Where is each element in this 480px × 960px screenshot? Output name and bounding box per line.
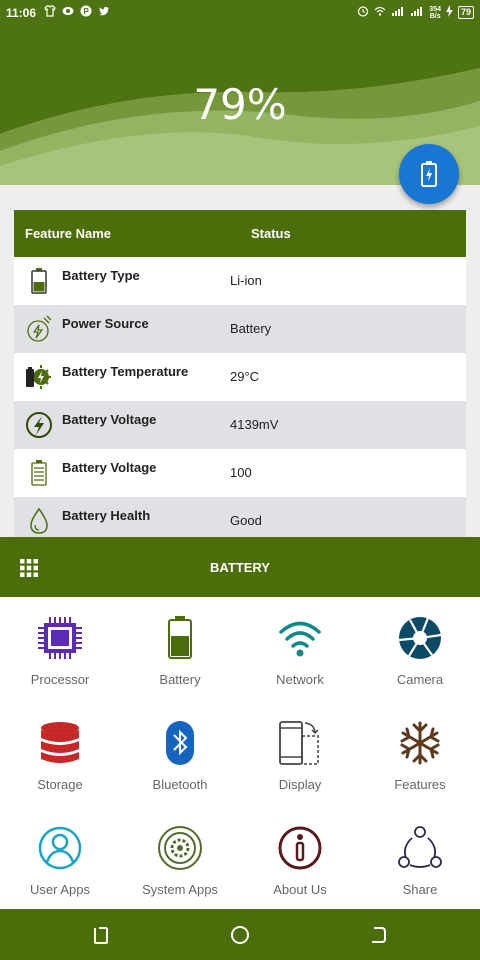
- home-icon[interactable]: [229, 924, 251, 946]
- table-header: Feature Name Status: [14, 210, 466, 257]
- row-value: 100: [230, 465, 252, 480]
- camera-aperture-icon: [398, 617, 442, 659]
- table-row: Power Source Battery: [14, 305, 466, 353]
- battery-type-icon: [31, 268, 47, 294]
- column-feature-name: Feature Name: [25, 226, 111, 241]
- wifi-network-icon: [279, 621, 321, 657]
- tshirt-icon: [44, 5, 56, 17]
- menu-item-label: Bluetooth: [152, 777, 208, 792]
- battery-icon: [168, 616, 192, 659]
- menu-item-label: Camera: [396, 672, 444, 687]
- menu-item-system-apps[interactable]: System Apps: [120, 807, 240, 912]
- signal-icon: [391, 5, 405, 20]
- menu-item-label: User Apps: [30, 882, 90, 897]
- system-apps-icon: [158, 826, 202, 870]
- column-status: Status: [251, 226, 291, 241]
- charging-icon: [445, 5, 453, 20]
- row-name: Battery Temperature: [62, 364, 189, 379]
- table-row: Battery Type Li-ion: [14, 257, 466, 305]
- battery-voltage-icon: [26, 412, 52, 438]
- eye-icon: [62, 5, 74, 17]
- info-icon: [278, 826, 322, 870]
- battery-level: 79: [457, 6, 474, 19]
- menu-item-display[interactable]: Display: [240, 702, 360, 807]
- signal-icon-2: [410, 5, 424, 20]
- bottom-sheet-header[interactable]: BATTERY: [0, 537, 480, 597]
- network-speed: 354 B/s: [429, 5, 441, 20]
- menu-item-label: Features: [394, 777, 446, 792]
- table-row: Battery Health Good: [14, 497, 466, 537]
- svg-text:P: P: [84, 7, 90, 16]
- battery-charging-icon: [421, 161, 437, 187]
- menu-item-label: About Us: [273, 882, 327, 897]
- menu-item-label: Battery: [159, 672, 201, 687]
- menu-item-label: Processor: [30, 672, 90, 687]
- row-value: Good: [230, 513, 262, 528]
- menu-item-label: Share: [402, 882, 438, 897]
- battery-fab-button[interactable]: [399, 144, 459, 204]
- p-icon: P: [80, 5, 92, 17]
- table-row: Battery Temperature 29°C: [14, 353, 466, 401]
- row-name: Battery Voltage: [62, 412, 157, 427]
- table-row: Battery Voltage 4139mV: [14, 401, 466, 449]
- sheet-title: BATTERY: [210, 560, 270, 575]
- alarm-icon: [357, 5, 369, 20]
- row-value: Battery: [230, 321, 272, 336]
- system-nav-bar: [0, 909, 480, 960]
- status-bar: 11:06 P 354 B/s 79: [0, 0, 480, 26]
- system-status-icons: 354 B/s 79: [357, 5, 474, 20]
- bluetooth-icon: [166, 721, 194, 765]
- menu-item-bluetooth[interactable]: Bluetooth: [120, 702, 240, 807]
- user-apps-icon: [38, 826, 82, 870]
- status-time: 11:06: [6, 6, 37, 20]
- menu-item-camera[interactable]: Camera: [360, 597, 480, 702]
- storage-database-icon: [41, 722, 79, 763]
- snowflake-icon: [400, 721, 440, 765]
- menu-item-about-us[interactable]: About Us: [240, 807, 360, 912]
- battery-level-icon: [31, 460, 47, 486]
- power-source-icon: [27, 315, 52, 342]
- row-value: 29°C: [230, 369, 260, 384]
- battery-info-table: Feature Name Status Battery Type Li-ion …: [14, 210, 466, 537]
- table-row: Battery Voltage 100: [14, 449, 466, 497]
- menu-item-label: Network: [276, 672, 324, 687]
- menu-item-user-apps[interactable]: User Apps: [0, 807, 120, 912]
- row-name: Battery Health: [62, 508, 151, 523]
- menu-item-label: Storage: [37, 777, 83, 792]
- row-value: Li-ion: [230, 273, 262, 288]
- battery-health-icon: [30, 507, 48, 534]
- recent-apps-icon[interactable]: [90, 924, 112, 946]
- menu-item-features[interactable]: Features: [360, 702, 480, 807]
- menu-item-label: System Apps: [142, 882, 218, 897]
- back-icon[interactable]: [367, 924, 389, 946]
- battery-temperature-icon: [26, 365, 51, 389]
- menu-item-battery[interactable]: Battery: [120, 597, 240, 702]
- menu-item-share[interactable]: Share: [360, 807, 480, 912]
- menu-item-storage[interactable]: Storage: [0, 702, 120, 807]
- processor-icon: [38, 617, 82, 659]
- row-value: 4139mV: [230, 417, 279, 432]
- battery-percentage: 79%: [193, 80, 287, 129]
- menu-item-processor[interactable]: Processor: [0, 597, 120, 702]
- menu-item-network[interactable]: Network: [240, 597, 360, 702]
- twitter-icon: [98, 5, 110, 17]
- menu-item-label: Display: [278, 777, 322, 792]
- row-name: Power Source: [62, 316, 149, 331]
- feature-menu: Processor Battery Network Camera Storage…: [0, 597, 480, 909]
- row-name: Battery Type: [62, 268, 140, 283]
- display-phone-icon: [279, 721, 319, 765]
- notification-icons: P: [44, 5, 110, 17]
- wifi-icon: [374, 5, 386, 20]
- share-icon: [398, 826, 442, 868]
- row-name: Battery Voltage: [62, 460, 157, 475]
